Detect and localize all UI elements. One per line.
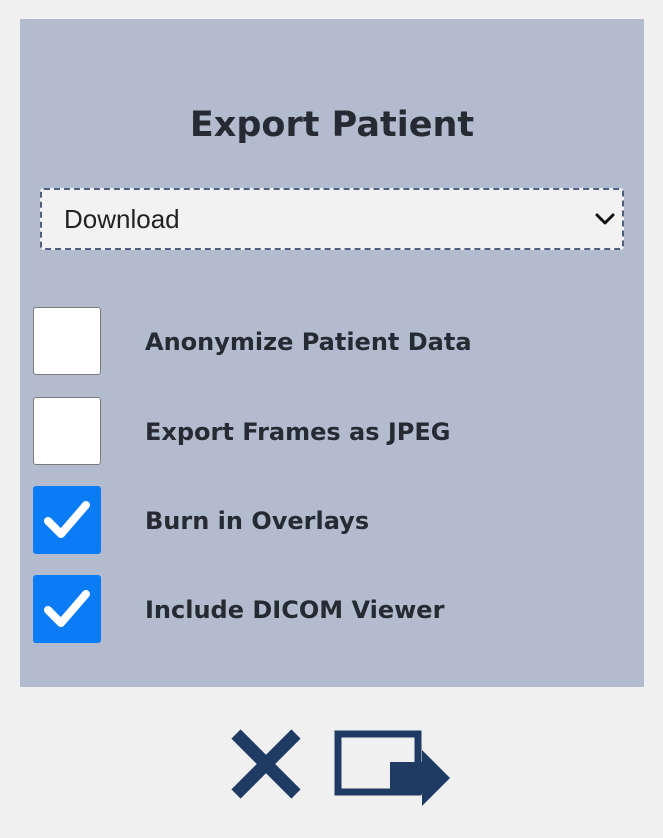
burn-in-overlays-label: Burn in Overlays bbox=[145, 507, 370, 535]
export-target-selected-value: Download bbox=[64, 204, 180, 234]
include-dicom-viewer-label: Include DICOM Viewer bbox=[145, 596, 445, 624]
anonymize-patient-data-checkbox[interactable] bbox=[33, 307, 101, 375]
anonymize-patient-data-label: Anonymize Patient Data bbox=[145, 328, 472, 356]
option-include-dicom-viewer: Include DICOM Viewer bbox=[33, 575, 633, 643]
burn-in-overlays-checkbox[interactable] bbox=[33, 486, 101, 554]
option-export-frames-as-jpeg: Export Frames as JPEG bbox=[33, 397, 633, 465]
export-frames-as-jpeg-checkbox[interactable] bbox=[33, 397, 101, 465]
cancel-button[interactable] bbox=[228, 726, 304, 802]
export-patient-dialog: Export Patient Download Anonymize Patien… bbox=[20, 19, 644, 687]
option-burn-in-overlays: Burn in Overlays bbox=[33, 486, 633, 554]
export-target-select[interactable]: Download bbox=[40, 188, 624, 250]
close-icon bbox=[231, 729, 301, 799]
export-button[interactable] bbox=[330, 726, 454, 812]
export-icon bbox=[334, 730, 450, 806]
dialog-title: Export Patient bbox=[189, 105, 475, 145]
checkmark-icon bbox=[44, 590, 90, 627]
option-anonymize-patient-data: Anonymize Patient Data bbox=[33, 307, 633, 375]
include-dicom-viewer-checkbox[interactable] bbox=[33, 575, 101, 643]
checkmark-icon bbox=[44, 501, 90, 538]
chevron-down-icon bbox=[595, 213, 615, 225]
export-frames-as-jpeg-label: Export Frames as JPEG bbox=[145, 418, 451, 446]
